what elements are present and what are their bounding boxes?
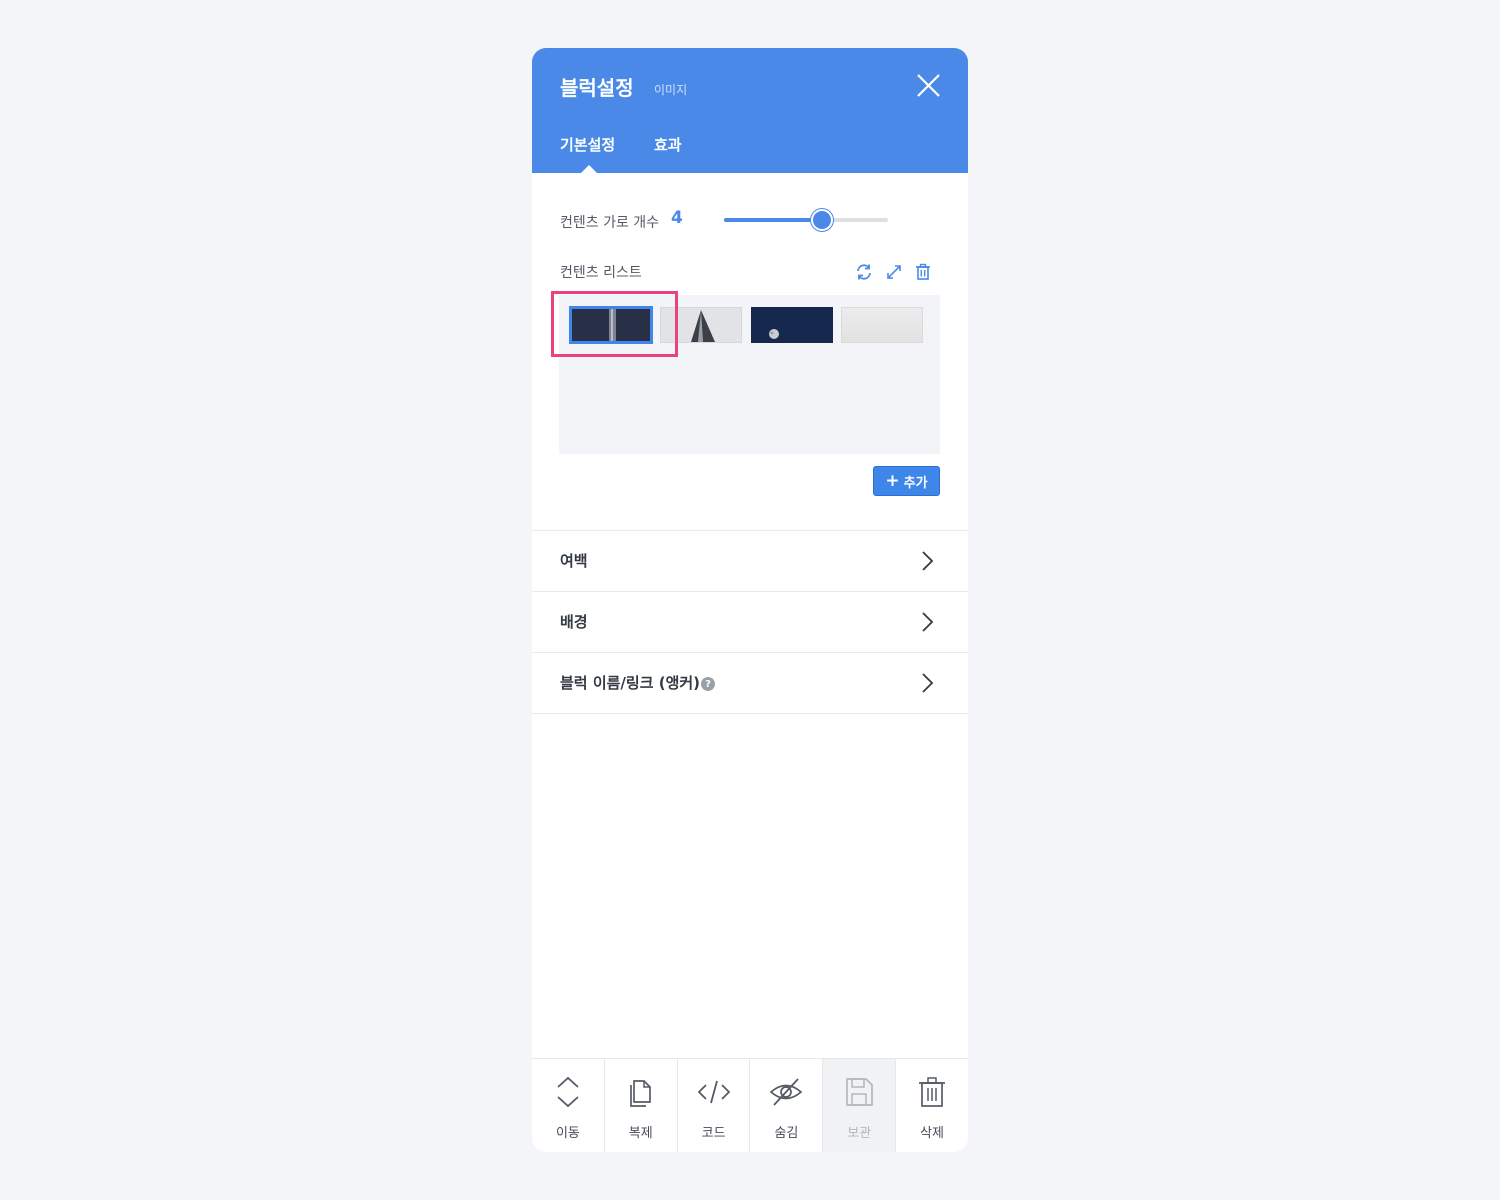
- navy-moon-image: [751, 307, 833, 343]
- close-icon: [917, 74, 940, 97]
- chevron-right-icon: [922, 612, 934, 632]
- section-label-margin: 여백: [560, 552, 588, 570]
- hide-button[interactable]: 숨김: [750, 1059, 824, 1152]
- code-icon: [697, 1080, 730, 1104]
- dark-split-image: [572, 309, 650, 341]
- archive-label: 보관: [847, 1126, 872, 1141]
- copy-icon: [629, 1080, 651, 1107]
- content-columns-slider[interactable]: [724, 209, 888, 231]
- slider-fill: [724, 218, 823, 222]
- content-thumbnail-1[interactable]: [569, 306, 653, 344]
- content-list-label: 컨텐츠 리스트: [560, 265, 642, 281]
- section-background[interactable]: 배경: [532, 591, 968, 652]
- close-button[interactable]: [912, 70, 944, 102]
- refresh-icon: [857, 264, 871, 280]
- content-thumbnail-4[interactable]: [841, 307, 923, 343]
- section-label-block-name: 블럭 이름/링크 (앵커): [560, 674, 701, 692]
- delete-label: 삭제: [920, 1126, 945, 1141]
- delete-list-button[interactable]: [913, 262, 933, 282]
- section-margin[interactable]: 여백: [532, 530, 968, 591]
- content-thumbnail-3[interactable]: [751, 307, 833, 343]
- move-label: 이동: [555, 1126, 580, 1141]
- content-list-area: [559, 295, 940, 454]
- expand-icon: [887, 265, 901, 279]
- plus-icon: +: [885, 470, 900, 491]
- section-label-background: 배경: [560, 613, 588, 631]
- add-content-button[interactable]: + 추가: [873, 466, 940, 496]
- footer-toolbar: 이동 복제 코드 숨김 보관 삭제: [532, 1058, 968, 1152]
- code-button[interactable]: 코드: [678, 1059, 751, 1152]
- tab-effects[interactable]: 효과: [654, 134, 682, 155]
- trash-icon: [919, 1077, 946, 1107]
- duplicate-button[interactable]: 복제: [605, 1059, 678, 1152]
- delete-button[interactable]: 삭제: [896, 1059, 968, 1152]
- content-columns-value: 4: [671, 208, 683, 228]
- panel-subtitle: 이미지: [654, 83, 688, 97]
- panel-header: 블럭설정 이미지 기본설정 효과: [532, 48, 968, 173]
- eye-off-icon: [770, 1078, 803, 1106]
- move-updown-icon: [557, 1076, 579, 1108]
- light-road-image: [661, 308, 741, 342]
- section-block-name-link[interactable]: 블럭 이름/링크 (앵커) ?: [532, 652, 968, 714]
- block-settings-panel: 블럭설정 이미지 기본설정 효과 컨텐츠 가로 개수 4 컨텐츠 리스트 + 추…: [532, 48, 968, 1152]
- expand-button[interactable]: [884, 262, 904, 282]
- save-icon: [846, 1078, 874, 1106]
- move-button[interactable]: 이동: [532, 1059, 605, 1152]
- content-columns-label: 컨텐츠 가로 개수: [560, 215, 660, 231]
- content-thumbnail-2[interactable]: [660, 307, 742, 343]
- refresh-button[interactable]: [854, 262, 874, 282]
- duplicate-label: 복제: [628, 1126, 653, 1141]
- add-button-label: 추가: [903, 475, 928, 491]
- archive-button: 보관: [823, 1059, 897, 1152]
- chevron-right-icon: [922, 673, 934, 693]
- chevron-right-icon: [922, 551, 934, 571]
- code-label: 코드: [701, 1126, 726, 1141]
- help-icon[interactable]: ?: [701, 677, 715, 691]
- panel-title: 블럭설정: [560, 76, 634, 100]
- hide-label: 숨김: [774, 1126, 799, 1141]
- slider-thumb[interactable]: [811, 209, 834, 231]
- trash-icon: [916, 263, 930, 280]
- tab-basic-settings[interactable]: 기본설정: [560, 134, 615, 155]
- active-tab-indicator: [581, 165, 597, 173]
